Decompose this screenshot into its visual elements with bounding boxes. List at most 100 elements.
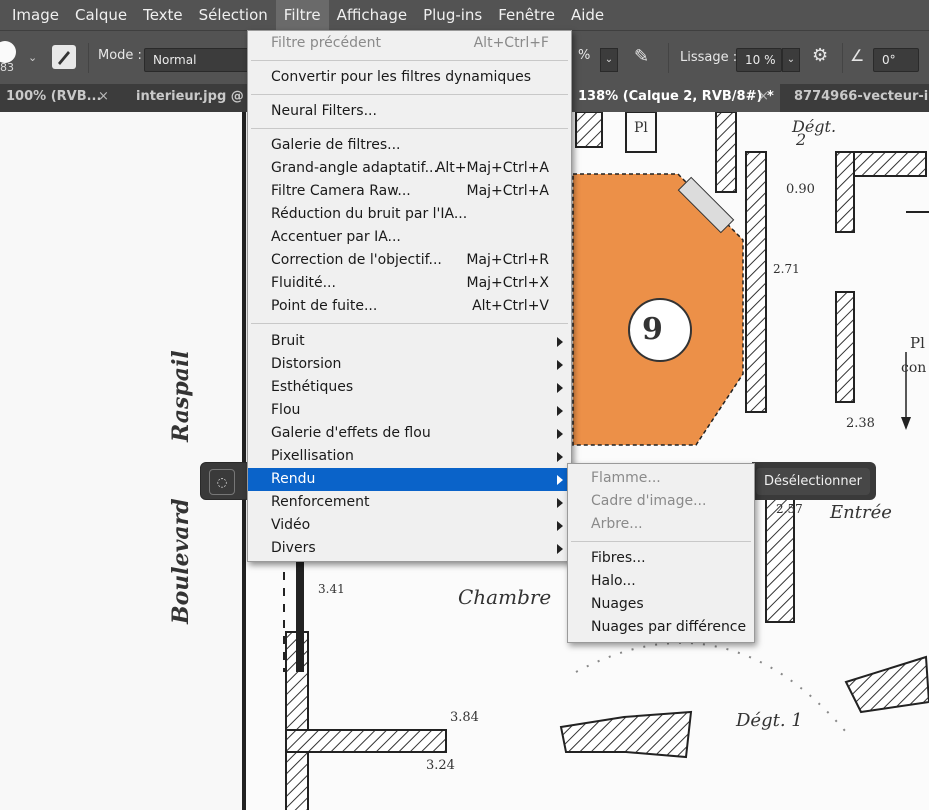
tab-label: 8774966-vecteur-illus xyxy=(794,89,929,104)
dimension-label: 2.57 xyxy=(776,502,803,516)
menu-item-convertir-filtres-dynamiques[interactable]: Convertir pour les filtres dynamiques xyxy=(248,66,571,89)
menu-item-pixellisation[interactable]: Pixellisation xyxy=(248,445,571,468)
brush-icon xyxy=(58,51,70,65)
street-label-raspail: Raspail xyxy=(168,350,194,442)
contextual-task-bar: ◌ xyxy=(200,462,252,500)
menu-item-distorsion[interactable]: Distorsion xyxy=(248,353,571,376)
menu-item-fluidite[interactable]: Fluidité... Maj+Ctrl+X xyxy=(248,272,571,295)
gear-icon[interactable]: ⚙ xyxy=(812,45,828,66)
smoothing-dropdown[interactable]: ⌄ xyxy=(782,48,800,72)
menu-item-galerie-effets-flou[interactable]: Galerie d'effets de flou xyxy=(248,422,571,445)
tab-active-document[interactable]: 138% (Calque 2, RVB/8#) * × xyxy=(572,84,780,112)
tab-label: 100% (RVB... xyxy=(6,89,102,104)
submenu-item-halo[interactable]: Halo... xyxy=(568,570,754,593)
dimension-label: 2.71 xyxy=(773,262,800,276)
menu-divider xyxy=(251,94,568,95)
menu-item-video[interactable]: Vidéo xyxy=(248,514,571,537)
menu-plugins[interactable]: Plug-ins xyxy=(415,0,490,30)
plan-label-entree: Entrée xyxy=(830,502,892,523)
menu-item-renforcement[interactable]: Renforcement xyxy=(248,491,571,514)
plan-label: con xyxy=(901,360,927,376)
menu-aide[interactable]: Aide xyxy=(563,0,612,30)
menu-item-filtre-precedent: Filtre précédent Alt+Ctrl+F xyxy=(271,35,549,51)
menu-item-bruit[interactable]: Bruit xyxy=(248,330,571,353)
dimension-label: 0.90 xyxy=(786,182,815,197)
brush-size-value: 83 xyxy=(0,61,14,74)
menu-item-accentuer-ia[interactable]: Accentuer par IA... xyxy=(248,226,571,249)
photoshop-window: Image Calque Texte Sélection Filtre Affi… xyxy=(0,0,929,810)
menu-texte[interactable]: Texte xyxy=(135,0,191,30)
street-label-boulevard: Boulevard xyxy=(168,498,194,624)
wall xyxy=(575,112,603,148)
menu-item-grand-angle[interactable]: Grand-angle adaptatif... Alt+Maj+Ctrl+A xyxy=(248,157,571,180)
deselect-button[interactable]: Désélectionner xyxy=(756,468,870,495)
smoothing-label: Lissage : xyxy=(680,50,738,65)
plan-label-degt: Dégt. 1 xyxy=(736,710,803,731)
menu-item-point-de-fuite[interactable]: Point de fuite... Alt+Ctrl+V xyxy=(248,295,571,318)
plan-label-chambre: Chambre xyxy=(458,585,552,609)
submenu-arrow-icon xyxy=(557,452,563,462)
plan-label: Pl xyxy=(910,334,925,352)
menu-item-neural-filters[interactable]: Neural Filters... xyxy=(248,100,571,123)
menu-item-correction-objectif[interactable]: Correction de l'objectif... Maj+Ctrl+R xyxy=(248,249,571,272)
room-number: 9 xyxy=(642,312,663,347)
opacity-dropdown[interactable]: ⌄ xyxy=(600,48,618,72)
select-subject-icon[interactable]: ◌ xyxy=(209,469,235,495)
tab-label: interieur.jpg @ 66 xyxy=(136,89,248,104)
mode-select[interactable]: Normal xyxy=(144,48,254,72)
menu-divider xyxy=(571,541,751,542)
chevron-down-icon[interactable]: ⌄ xyxy=(28,51,37,64)
filter-menu: Filtre précédent Alt+Ctrl+F Convertir po… xyxy=(247,30,572,562)
dimension-label: 3.24 xyxy=(426,758,455,773)
wall xyxy=(559,710,693,759)
mode-label: Mode : xyxy=(98,48,142,63)
submenu-arrow-icon xyxy=(557,475,563,485)
pressure-opacity-icon[interactable]: ✎ xyxy=(634,46,649,67)
close-icon[interactable]: × xyxy=(98,84,109,110)
submenu-item-cadre-image: Cadre d'image... xyxy=(591,493,707,509)
wall xyxy=(835,291,855,403)
dimension-label: 3.41 xyxy=(318,582,345,596)
menu-affichage[interactable]: Affichage xyxy=(329,0,415,30)
menu-item-reduction-bruit-ia[interactable]: Réduction du bruit par l'IA... xyxy=(248,203,571,226)
menu-selection[interactable]: Sélection xyxy=(191,0,276,30)
brush-preset-picker[interactable] xyxy=(0,41,16,63)
tab-interieur[interactable]: interieur.jpg @ 66 xyxy=(130,84,248,112)
canvas-left-pane[interactable]: Raspail Boulevard xyxy=(0,112,242,810)
menu-image[interactable]: Image xyxy=(4,0,67,30)
dimension-label: 3.84 xyxy=(450,710,479,725)
menu-item-divers[interactable]: Divers xyxy=(248,537,571,560)
menu-filtre[interactable]: Filtre xyxy=(275,0,329,30)
submenu-item-flamme: Flamme... xyxy=(591,470,661,486)
tab-vecteur[interactable]: 8774966-vecteur-illus xyxy=(788,84,929,112)
menu-calque[interactable]: Calque xyxy=(67,0,135,30)
menu-item-flou[interactable]: Flou xyxy=(248,399,571,422)
divider xyxy=(668,43,669,73)
tab-document-1[interactable]: 100% (RVB... × xyxy=(0,84,120,112)
submenu-arrow-icon xyxy=(557,406,563,416)
angle-input[interactable]: 0° xyxy=(873,48,919,72)
wall xyxy=(285,729,447,753)
smoothing-input[interactable]: 10 % xyxy=(736,48,782,72)
menu-item-camera-raw[interactable]: Filtre Camera Raw... Maj+Ctrl+A xyxy=(248,180,571,203)
close-icon[interactable]: × xyxy=(758,84,769,110)
menu-divider xyxy=(251,128,568,129)
submenu-item-nuages[interactable]: Nuages xyxy=(568,593,754,616)
submenu-arrow-icon xyxy=(557,360,563,370)
submenu-item-fibres[interactable]: Fibres... xyxy=(568,547,754,570)
brush-settings-button[interactable] xyxy=(52,45,76,69)
menu-divider xyxy=(251,60,568,61)
plan-label: 2 xyxy=(796,130,807,149)
submenu-item-nuages-difference[interactable]: Nuages par différence xyxy=(568,616,754,639)
submenu-arrow-icon xyxy=(557,544,563,554)
dimension-label: 2.38 xyxy=(846,416,875,431)
divider xyxy=(842,43,843,73)
submenu-item-arbre: Arbre... xyxy=(591,516,643,532)
opacity-percent: % xyxy=(578,48,591,63)
menu-item-rendu[interactable]: Rendu xyxy=(248,468,571,491)
menu-item-galerie-filtres[interactable]: Galerie de filtres... xyxy=(248,134,571,157)
menu-fenetre[interactable]: Fenêtre xyxy=(490,0,563,30)
submenu-arrow-icon xyxy=(557,383,563,393)
submenu-arrow-icon xyxy=(557,498,563,508)
menu-item-esthetiques[interactable]: Esthétiques xyxy=(248,376,571,399)
